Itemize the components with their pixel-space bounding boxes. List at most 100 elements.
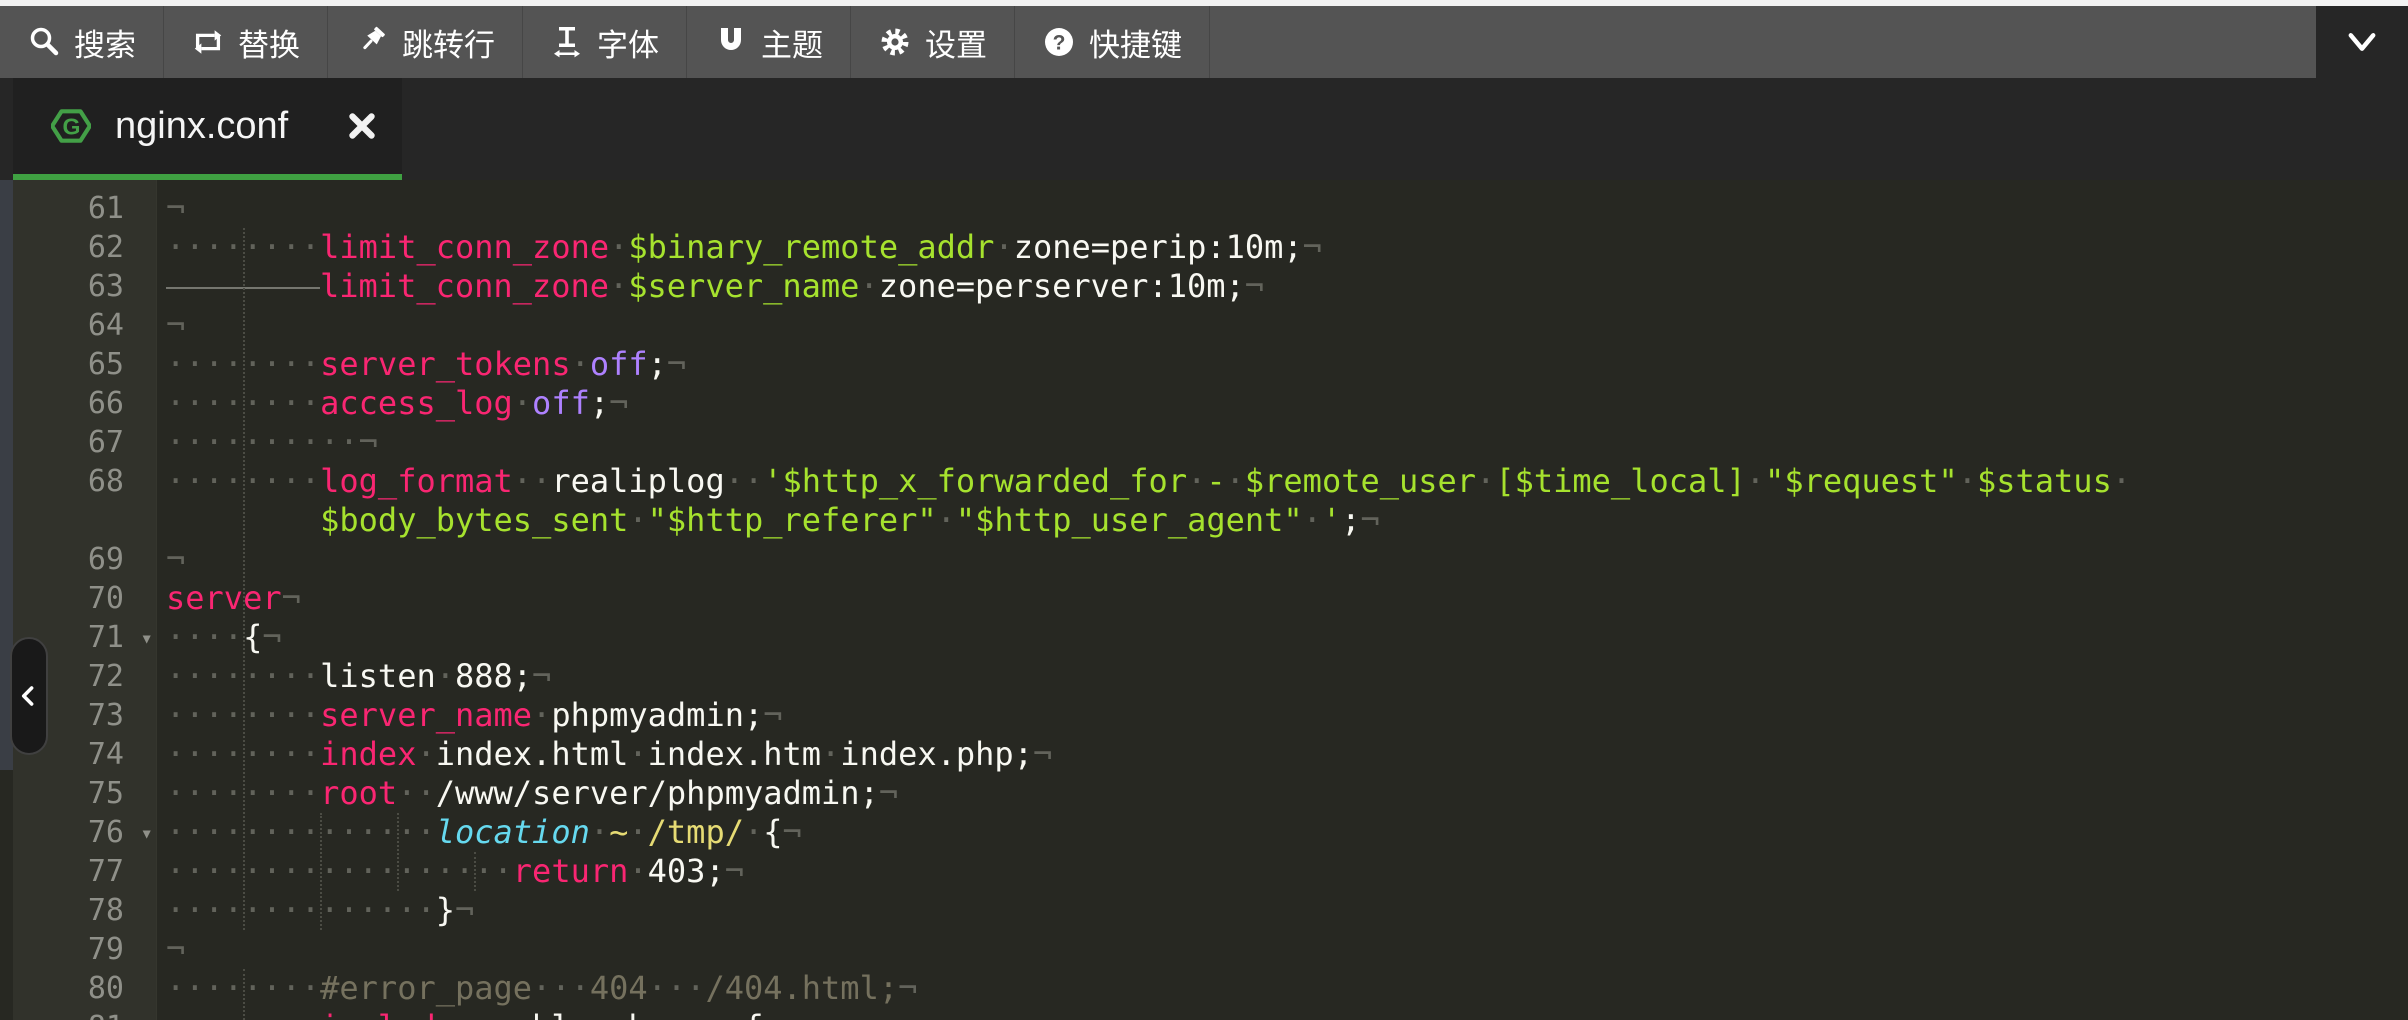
code-line-text: ········listen·888;¬ — [157, 657, 551, 696]
code-line-text: ········include·enable-php.conf; — [157, 1008, 783, 1020]
code-line: 79¬ — [13, 930, 2408, 969]
editor-toolbar: 搜索 替换 跳转行 字体 主题 设置? 快捷键 — [0, 6, 2316, 78]
line-number: 77 — [13, 852, 157, 891]
line-number: 75 — [13, 774, 157, 813]
code-line: 71▾····{¬ — [13, 618, 2408, 657]
code-line: 77··················return·403;¬ — [13, 852, 2408, 891]
line-number: 62 — [13, 228, 157, 267]
pin-icon — [355, 25, 389, 59]
shortcuts-button[interactable]: ? 快捷键 — [1015, 6, 1210, 78]
code-line-text: ··················return·403;¬ — [157, 852, 744, 891]
code-line-text: ····{¬ — [157, 618, 282, 657]
line-number: 79 — [13, 930, 157, 969]
code-line-text: ¬ — [157, 540, 185, 579]
code-line: 81········include·enable-php.conf; — [13, 1008, 2408, 1020]
tab-nginx-conf[interactable]: G nginx.conf — [13, 78, 402, 180]
code-line: 61¬ — [13, 189, 2408, 228]
svg-text:?: ? — [1053, 32, 1066, 55]
code-line-text: ¬ — [157, 930, 185, 969]
code-line: 69¬ — [13, 540, 2408, 579]
code-line-text: ········server_name·phpmyadmin;¬ — [157, 696, 783, 735]
code-line-text: ··············location·~·/tmp/·{¬ — [157, 813, 802, 852]
swap-arrows-icon — [191, 25, 225, 59]
font-label: 字体 — [597, 20, 659, 65]
shortcuts-label: 快捷键 — [1089, 20, 1182, 65]
code-line-text: ········log_format··realiplog··'$http_x_… — [157, 462, 2131, 501]
question-icon: ? — [1042, 25, 1076, 59]
tab-filename: nginx.conf — [115, 105, 320, 148]
code-line-text: limit_conn_zone·$server_name·zone=perser… — [157, 267, 1264, 306]
magnet-icon — [714, 25, 748, 59]
line-number: 66 — [13, 384, 157, 423]
code-line: 64¬ — [13, 306, 2408, 345]
code-line-text: server¬ — [157, 579, 301, 618]
line-number: 64 — [13, 306, 157, 345]
line-number: 63 — [13, 267, 157, 306]
text-height-icon — [550, 25, 584, 59]
logo-letter: G — [63, 113, 81, 139]
chevron-down-icon — [2343, 23, 2381, 61]
code-line: 65········server_tokens·off;¬ — [13, 345, 2408, 384]
code-editor[interactable]: 61¬62········limit_conn_zone·$binary_rem… — [0, 180, 2408, 1020]
code-rows: 61¬62········limit_conn_zone·$binary_rem… — [13, 189, 2408, 1020]
theme-label: 主题 — [761, 20, 823, 65]
code-line-text: $body_bytes_sent·"$http_referer"·"$http_… — [157, 501, 1380, 540]
settings-label: 设置 — [925, 20, 987, 65]
code-line: 75········root··/www/server/phpmyadmin;¬ — [13, 774, 2408, 813]
code-line-text: ········root··/www/server/phpmyadmin;¬ — [157, 774, 898, 813]
nginx-logo-icon: G — [51, 105, 91, 147]
code-line: 74········index·index.html·index.htm·ind… — [13, 735, 2408, 774]
close-tab-icon[interactable] — [344, 108, 380, 144]
line-number: 76▾ — [13, 813, 157, 852]
line-number: 69 — [13, 540, 157, 579]
code-line: 63limit_conn_zone·$server_name·zone=pers… — [13, 267, 2408, 306]
line-number: 61 — [13, 189, 157, 228]
line-number: 70 — [13, 579, 157, 618]
search-icon — [27, 25, 61, 59]
search-button[interactable]: 搜索 — [0, 6, 164, 78]
code-line: 80········#error_page···404···/404.html;… — [13, 969, 2408, 1008]
jumpline-label: 跳转行 — [402, 20, 495, 65]
line-number — [13, 501, 157, 540]
tab-bar: G nginx.conf — [0, 78, 2408, 180]
code-line-wrap: $body_bytes_sent·"$http_referer"·"$http_… — [13, 501, 2408, 540]
chevron-left-icon — [14, 681, 44, 711]
code-line: 70server¬ — [13, 579, 2408, 618]
line-number: 68 — [13, 462, 157, 501]
code-line-text: ··············}¬ — [157, 891, 474, 930]
gear-icon — [878, 25, 912, 59]
replace-label: 替换 — [238, 20, 300, 65]
collapse-toolbar-button[interactable] — [2316, 6, 2408, 78]
line-number: 80 — [13, 969, 157, 1008]
code-line: 67··········¬ — [13, 423, 2408, 462]
code-line: 73········server_name·phpmyadmin;¬ — [13, 696, 2408, 735]
font-button[interactable]: 字体 — [523, 6, 687, 78]
collapse-panel-handle[interactable] — [10, 637, 48, 755]
code-line: 78··············}¬ — [13, 891, 2408, 930]
code-line-text: ¬ — [157, 189, 185, 228]
line-number: 78 — [13, 891, 157, 930]
line-number: 65 — [13, 345, 157, 384]
search-label: 搜索 — [74, 20, 136, 65]
replace-button[interactable]: 替换 — [164, 6, 328, 78]
line-number: 67 — [13, 423, 157, 462]
code-line: 68········log_format··realiplog··'$http_… — [13, 462, 2408, 501]
code-line-text: ········access_log·off;¬ — [157, 384, 628, 423]
code-line: 72········listen·888;¬ — [13, 657, 2408, 696]
code-line-text: ········#error_page···404···/404.html;¬ — [157, 969, 917, 1008]
fold-arrow-icon[interactable]: ▾ — [140, 619, 153, 658]
code-line: 66········access_log·off;¬ — [13, 384, 2408, 423]
fold-arrow-icon[interactable]: ▾ — [140, 814, 153, 853]
code-line-text: ········index·index.html·index.htm·index… — [157, 735, 1052, 774]
code-line-text: ··········¬ — [157, 423, 378, 462]
code-line-text: ¬ — [157, 306, 185, 345]
code-line: 76▾··············location·~·/tmp/·{¬ — [13, 813, 2408, 852]
line-number: 81 — [13, 1008, 157, 1020]
toolbar-buttons: 搜索 替换 跳转行 字体 主题 设置? 快捷键 — [0, 6, 1210, 78]
code-line-text: ········server_tokens·off;¬ — [157, 345, 686, 384]
code-line-text: ········limit_conn_zone·$binary_remote_a… — [157, 228, 1322, 267]
settings-button[interactable]: 设置 — [851, 6, 1015, 78]
theme-button[interactable]: 主题 — [687, 6, 851, 78]
jumpline-button[interactable]: 跳转行 — [328, 6, 523, 78]
code-line: 62········limit_conn_zone·$binary_remote… — [13, 228, 2408, 267]
